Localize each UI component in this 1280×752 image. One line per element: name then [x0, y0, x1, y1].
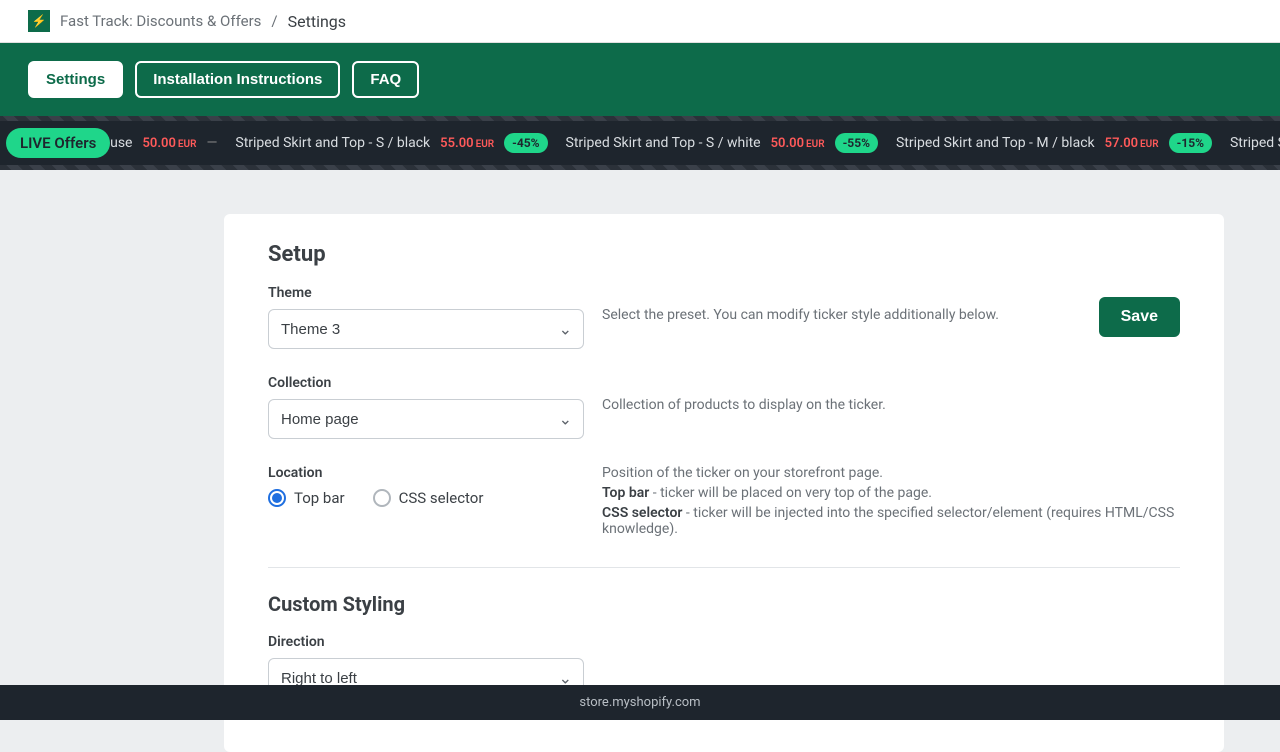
- collection-label: Collection: [268, 375, 584, 391]
- collection-help: Collection of products to display on the…: [602, 375, 1180, 413]
- direction-label: Direction: [268, 634, 584, 650]
- app-icon: ⚡: [28, 10, 50, 32]
- footer: store.myshopify.com: [0, 685, 1280, 720]
- radio-checked-icon: [268, 489, 286, 507]
- location-help: Position of the ticker on your storefron…: [602, 465, 1180, 541]
- theme-select[interactable]: Theme 3: [268, 309, 584, 349]
- breadcrumb-app[interactable]: Fast Track: Discounts & Offers: [60, 12, 261, 30]
- ticker-item: Striped Skirt and Top - S / white 50.00E…: [566, 133, 878, 153]
- collection-select[interactable]: Home page: [268, 399, 584, 439]
- ticker-items: Blouse 50.00EUR — Striped Skirt and Top …: [0, 133, 1280, 153]
- footer-domain: store.myshopify.com: [579, 695, 700, 710]
- breadcrumb-current: Settings: [288, 12, 346, 31]
- location-radio-topbar[interactable]: Top bar: [268, 489, 345, 507]
- divider: [268, 567, 1180, 568]
- tab-bar: Settings Installation Instructions FAQ: [0, 43, 1280, 116]
- radio-unchecked-icon: [373, 489, 391, 507]
- live-offers-badge: LIVE Offers: [6, 128, 110, 158]
- tab-installation-instructions[interactable]: Installation Instructions: [135, 61, 340, 98]
- tab-settings[interactable]: Settings: [28, 61, 123, 98]
- theme-label: Theme: [268, 285, 584, 301]
- custom-styling-heading: Custom Styling: [268, 592, 1180, 616]
- location-label: Location: [268, 465, 584, 481]
- theme-help: Select the preset. You can modify ticker…: [602, 285, 1081, 323]
- setup-heading: Setup: [268, 242, 1180, 267]
- settings-card: Setup Theme Theme 3 ⌄ Select the preset.…: [224, 214, 1224, 752]
- ticker-item: Striped Skirt and Top - M /: [1230, 135, 1280, 151]
- breadcrumb-sep: /: [271, 12, 277, 30]
- ticker-preview: LIVE Offers Blouse 50.00EUR — Striped Sk…: [0, 116, 1280, 170]
- save-button[interactable]: Save: [1099, 297, 1180, 337]
- breadcrumb: ⚡ Fast Track: Discounts & Offers / Setti…: [0, 0, 1280, 43]
- location-radio-css[interactable]: CSS selector: [373, 489, 484, 507]
- tab-faq[interactable]: FAQ: [352, 61, 419, 98]
- ticker-item: Striped Skirt and Top - M / black 57.00E…: [896, 133, 1212, 153]
- ticker-item: Striped Skirt and Top - S / black 55.00E…: [235, 133, 547, 153]
